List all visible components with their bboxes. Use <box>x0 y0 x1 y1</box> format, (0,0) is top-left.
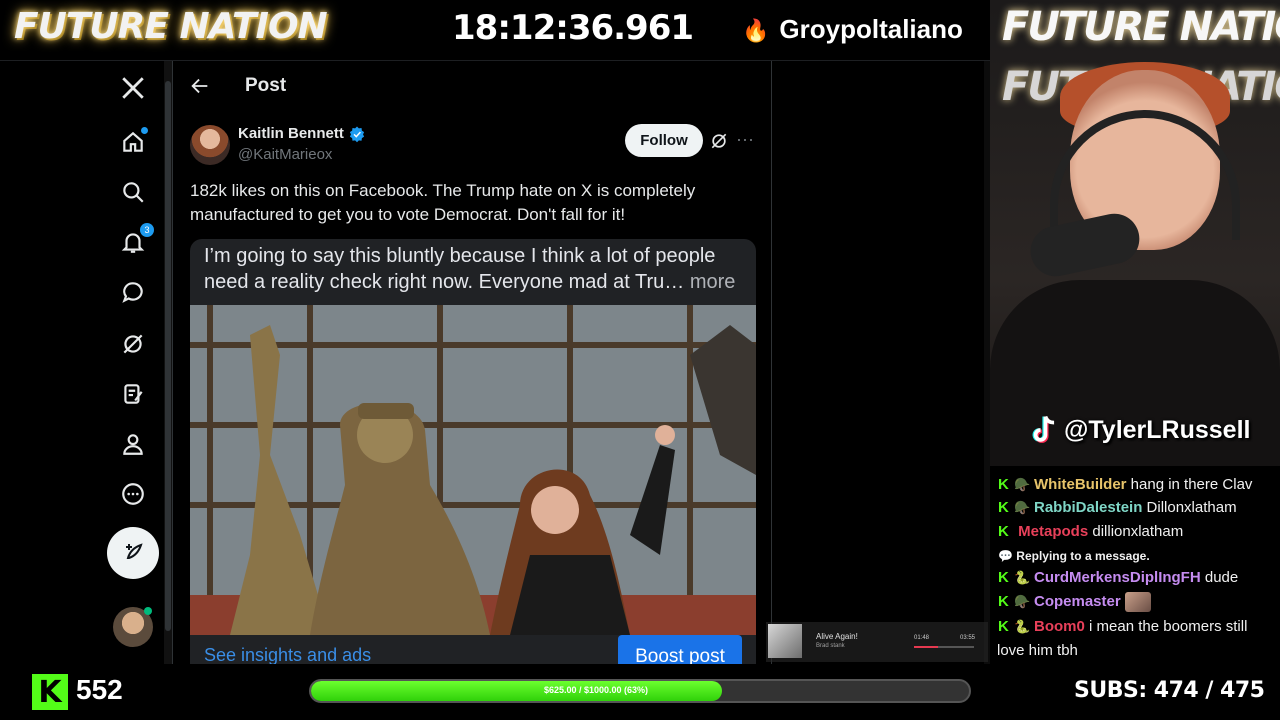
back-arrow-icon[interactable] <box>189 75 211 97</box>
kick-badge-icon: K <box>998 569 1009 586</box>
x-logo-icon[interactable] <box>118 73 148 103</box>
messages-icon[interactable] <box>118 277 148 307</box>
quote-body: I’m going to say this bluntly because I … <box>204 245 716 293</box>
boost-post-button[interactable]: Boost post <box>618 635 742 665</box>
chat-message: K 🪖 Copemaster <box>998 591 1274 613</box>
track-title: Alive Again! <box>816 632 858 641</box>
webcam-feed: FUTURE NATION FUTURE NATION @TylerLRusse… <box>990 0 1280 466</box>
reply-icon: 💬 <box>998 549 1013 563</box>
profile-icon[interactable] <box>118 429 148 459</box>
emote-image <box>1124 592 1151 613</box>
album-art <box>768 624 802 658</box>
stream-clock: 18:12:36.961 <box>452 8 694 48</box>
quote-text: I’m going to say this bluntly because I … <box>204 243 749 295</box>
grok-icon[interactable] <box>118 329 148 359</box>
latest-donor: 🔥 Groypoltaliano <box>742 14 963 45</box>
chat-username[interactable]: Copemaster <box>1034 593 1121 610</box>
x-left-nav: 3 <box>100 61 168 665</box>
chat-text: dude <box>1204 569 1239 586</box>
tiktok-handle: @TylerLRussell <box>1028 414 1250 446</box>
track-total: 03:55 <box>960 635 976 641</box>
chat-message: K 🐍 CurdMerkensDiplIngFH dude <box>998 567 1274 589</box>
quoted-facebook-post[interactable]: I’m going to say this bluntly because I … <box>190 239 756 665</box>
chat-text: i mean the boomers still <box>1089 618 1248 635</box>
chat-message-continuation: love him tbh <box>997 642 1078 659</box>
notifications-badge: 3 <box>140 223 154 237</box>
kick-badge-icon: K <box>998 499 1009 516</box>
rank-badge-icon: 🪖 <box>1014 477 1031 492</box>
home-new-dot <box>141 127 148 134</box>
latest-donor-name: Groypoltaliano <box>779 14 963 44</box>
future-nation-logo: FUTURE NATION <box>14 6 328 47</box>
chat-text: hang in there Clav <box>1130 476 1253 493</box>
quote-more-link[interactable]: more <box>690 271 736 293</box>
track-artist: Brad stank <box>816 643 845 649</box>
tiktok-handle-text: @TylerLRussell <box>1064 415 1251 444</box>
track-elapsed: 01:48 <box>914 635 930 641</box>
viewer-count: 552 <box>76 674 123 705</box>
chat-message: K 🪖 RabbiDalestein Dillonxlatham <box>998 497 1274 519</box>
home-icon[interactable] <box>118 127 148 157</box>
grok-explain-icon[interactable] <box>709 131 729 151</box>
bell-icon[interactable]: 3 <box>118 223 154 257</box>
reply-note: 💬 Replying to a message. <box>998 549 1150 563</box>
tweet-text: 182k likes on this on Facebook. The Trum… <box>190 181 696 224</box>
right-sidebar <box>772 61 990 665</box>
statue-photo-image <box>190 305 756 635</box>
tiktok-icon <box>1032 415 1055 443</box>
kick-badge-icon: K <box>998 523 1009 540</box>
author-name[interactable]: Kaitlin Bennett <box>238 125 344 142</box>
chat-text: dillionxlatham <box>1092 523 1184 540</box>
scrollbar[interactable] <box>164 61 172 665</box>
lists-icon[interactable] <box>118 379 148 409</box>
neon-sign: FUTURE NATION <box>1002 4 1280 50</box>
chat-message: K Metapods dillionxlatham <box>998 521 1274 543</box>
compose-post-button[interactable] <box>107 527 159 579</box>
chat-username[interactable]: Metapods <box>1018 523 1088 540</box>
reply-note-text: Replying to a message. <box>1016 549 1150 563</box>
stream-top-bar: FUTURE NATION 18:12:36.961 🔥 Groypoltalia… <box>0 0 990 60</box>
author-handle[interactable]: @KaitMarieox <box>238 146 332 163</box>
microphone <box>1026 209 1144 281</box>
kick-badge-icon: K <box>998 618 1009 635</box>
chat-text: Dillonxlatham <box>1146 499 1237 516</box>
page-title: Post <box>245 75 287 96</box>
flame-icon: 🔥 <box>742 18 770 43</box>
rank-badge-icon: 🐍 <box>1014 619 1031 634</box>
see-insights-link[interactable]: See insights and ads <box>204 645 371 665</box>
track-progress-bar <box>914 646 974 648</box>
rank-badge-icon: 🐍 <box>1014 570 1031 585</box>
subs-counter: SUBS: 474 / 475 <box>1074 678 1265 703</box>
follow-button[interactable]: Follow <box>625 124 703 157</box>
chat-username[interactable]: Boom0 <box>1034 618 1085 635</box>
donation-goal-bar: $625.00 / $1000.00 (63%) <box>309 679 971 703</box>
kick-badge-icon: K <box>998 593 1009 610</box>
x-app-window: 3 Post Kaitlin Bennett @KaitMarieox Foll… <box>0 60 990 665</box>
stream-chat: K 🪖 WhiteBuilder hang in there Clav K 🪖 Rabb… <box>990 466 1280 664</box>
rank-badge-icon: 🪖 <box>1014 500 1031 515</box>
chat-message: K 🐍 Boom0 i mean the boomers still <box>998 616 1274 638</box>
verified-badge-icon <box>349 126 365 143</box>
chat-username[interactable]: WhiteBuilder <box>1034 476 1127 493</box>
more-options-icon[interactable]: ··· <box>736 130 756 151</box>
post-photo[interactable] <box>190 305 756 635</box>
donation-goal-text: $625.00 / $1000.00 (63%) <box>543 685 649 695</box>
rank-badge-icon: 🪖 <box>1014 594 1031 609</box>
chat-message: K 🪖 WhiteBuilder hang in there Clav <box>998 474 1274 496</box>
author-avatar[interactable] <box>190 125 230 165</box>
more-circle-icon[interactable] <box>118 479 148 509</box>
kick-logo-icon: K <box>32 674 68 710</box>
search-icon[interactable] <box>118 177 148 207</box>
online-dot <box>144 607 152 615</box>
feather-plus-icon <box>126 543 143 559</box>
post-detail-column: Post Kaitlin Bennett @KaitMarieox Follow… <box>172 61 772 665</box>
chat-username[interactable]: RabbiDalestein <box>1034 499 1142 516</box>
now-playing-widget: Alive Again! Brad stank 01:48 03:55 <box>766 622 988 662</box>
stream-bottom-bar: K 552 $625.00 / $1000.00 (63%) SUBS: 474… <box>0 664 1280 720</box>
post-header: Post <box>173 61 771 113</box>
chat-username[interactable]: CurdMerkensDiplIngFH <box>1034 569 1201 586</box>
kick-badge-icon: K <box>998 476 1009 493</box>
